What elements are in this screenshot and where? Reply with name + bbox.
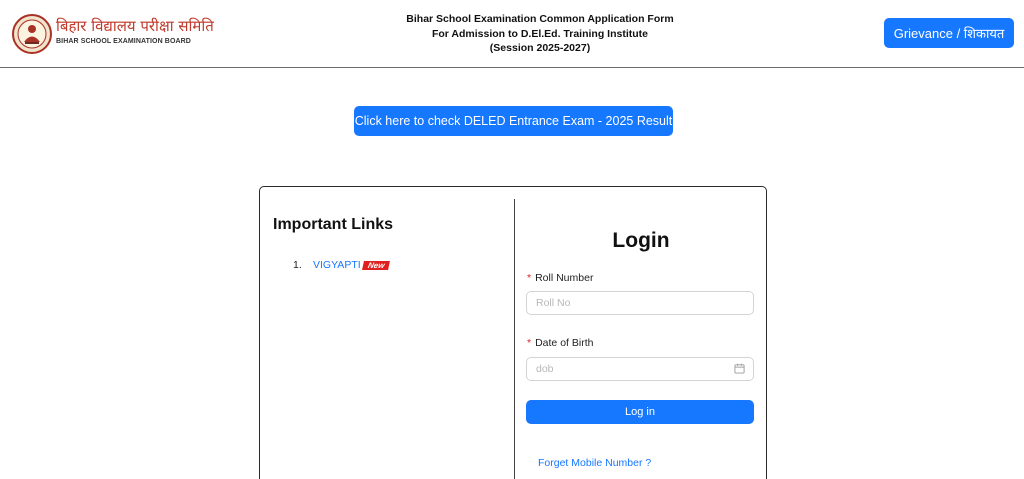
login-title: Login xyxy=(612,229,670,252)
page-title: Bihar School Examination Common Applicat… xyxy=(340,12,740,56)
required-mark: * xyxy=(527,337,532,349)
calendar-icon[interactable] xyxy=(734,363,745,374)
brand-hindi-name: बिहार विद्यालय परीक्षा समिति xyxy=(56,17,214,35)
important-link-item: 1. VIGYAPTI New xyxy=(293,259,391,271)
brand-block: बिहार विद्यालय परीक्षा समिति BIHAR SCHOO… xyxy=(56,17,214,46)
login-button[interactable]: Log in xyxy=(526,400,754,424)
dob-label: * Date of Birth xyxy=(527,337,593,349)
vigyapti-link[interactable]: VIGYAPTI xyxy=(313,259,361,271)
required-mark: * xyxy=(527,272,532,284)
important-links-title: Important Links xyxy=(273,216,394,233)
check-result-button[interactable]: Click here to check DELED Entrance Exam … xyxy=(354,106,673,136)
roll-number-label-text: Roll Number xyxy=(535,272,594,284)
title-line-1: Bihar School Examination Common Applicat… xyxy=(406,13,674,25)
forget-mobile-link[interactable]: Forget Mobile Number ? xyxy=(538,457,651,469)
column-divider xyxy=(514,199,515,479)
roll-number-input[interactable] xyxy=(526,291,754,315)
bseb-emblem-icon xyxy=(12,14,52,54)
grievance-button[interactable]: Grievance / शिकायत xyxy=(884,18,1014,48)
dob-label-text: Date of Birth xyxy=(535,337,594,349)
new-badge: New xyxy=(361,260,391,270)
brand-english-name: BIHAR SCHOOL EXAMINATION BOARD xyxy=(56,38,191,45)
link-number: 1. xyxy=(293,259,302,271)
main-card: Important Links 1. VIGYAPTI New Login * R… xyxy=(259,186,767,479)
site-header: बिहार विद्यालय परीक्षा समिति BIHAR SCHOO… xyxy=(0,0,1024,68)
title-line-2: For Admission to D.El.Ed. Training Insti… xyxy=(431,27,649,40)
roll-number-label: * Roll Number xyxy=(527,272,593,284)
dob-input[interactable] xyxy=(526,357,754,381)
title-line-3: (Session 2025-2027) xyxy=(489,42,591,54)
